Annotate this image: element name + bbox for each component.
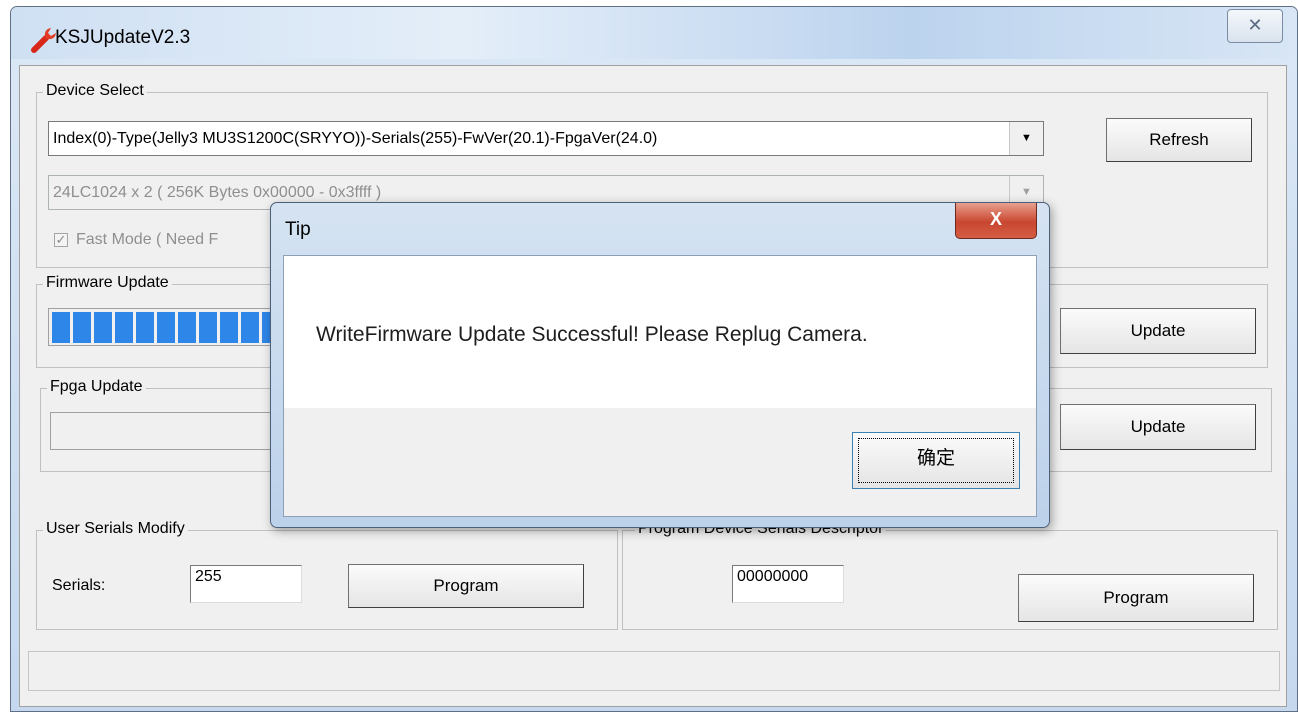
chevron-down-icon[interactable]: ▼ bbox=[1009, 122, 1043, 155]
fast-mode-label: Fast Mode ( Need F bbox=[76, 231, 219, 248]
tip-dialog: Tip X WriteFirmware Update Successful! P… bbox=[270, 202, 1050, 528]
device-combo[interactable]: Index(0)-Type(Jelly3 MU3S1200C(SRYYO))-S… bbox=[48, 121, 1044, 156]
dialog-body: WriteFirmware Update Successful! Please … bbox=[283, 255, 1037, 517]
serials-label: Serials: bbox=[52, 577, 106, 594]
firmware-update-button[interactable]: Update bbox=[1060, 308, 1256, 354]
serials-input[interactable]: 255 bbox=[190, 565, 302, 603]
dialog-message: WriteFirmware Update Successful! Please … bbox=[316, 323, 868, 346]
dialog-close-button[interactable]: X bbox=[955, 203, 1037, 239]
window-close-button[interactable]: ✕ bbox=[1227, 9, 1283, 43]
dialog-title: Tip bbox=[285, 219, 311, 240]
window-title: KSJUpdateV2.3 bbox=[55, 27, 191, 48]
descriptor-input[interactable]: 00000000 bbox=[732, 565, 844, 603]
status-bar bbox=[28, 651, 1280, 691]
fast-mode-checkbox[interactable]: ✓ bbox=[54, 233, 68, 247]
device-combo-value: Index(0)-Type(Jelly3 MU3S1200C(SRYYO))-S… bbox=[53, 130, 658, 147]
fpga-update-legend: Fpga Update bbox=[47, 378, 146, 396]
device-select-legend: Device Select bbox=[43, 82, 147, 100]
eeprom-combo-value: 24LC1024 x 2 ( 256K Bytes 0x00000 - 0x3f… bbox=[53, 184, 382, 201]
refresh-button[interactable]: Refresh bbox=[1106, 118, 1252, 162]
fpga-update-button[interactable]: Update bbox=[1060, 404, 1256, 450]
title-bar[interactable]: KSJUpdateV2.3 ✕ bbox=[11, 7, 1297, 59]
serials-program-button[interactable]: Program bbox=[348, 564, 584, 608]
dialog-ok-button[interactable]: 确定 bbox=[852, 432, 1020, 489]
firmware-update-legend: Firmware Update bbox=[43, 274, 172, 292]
dialog-message-area: WriteFirmware Update Successful! Please … bbox=[284, 256, 1036, 408]
descriptor-program-button[interactable]: Program bbox=[1018, 574, 1254, 622]
dialog-ok-label: 确定 bbox=[916, 448, 955, 469]
user-serials-legend: User Serials Modify bbox=[43, 520, 188, 538]
